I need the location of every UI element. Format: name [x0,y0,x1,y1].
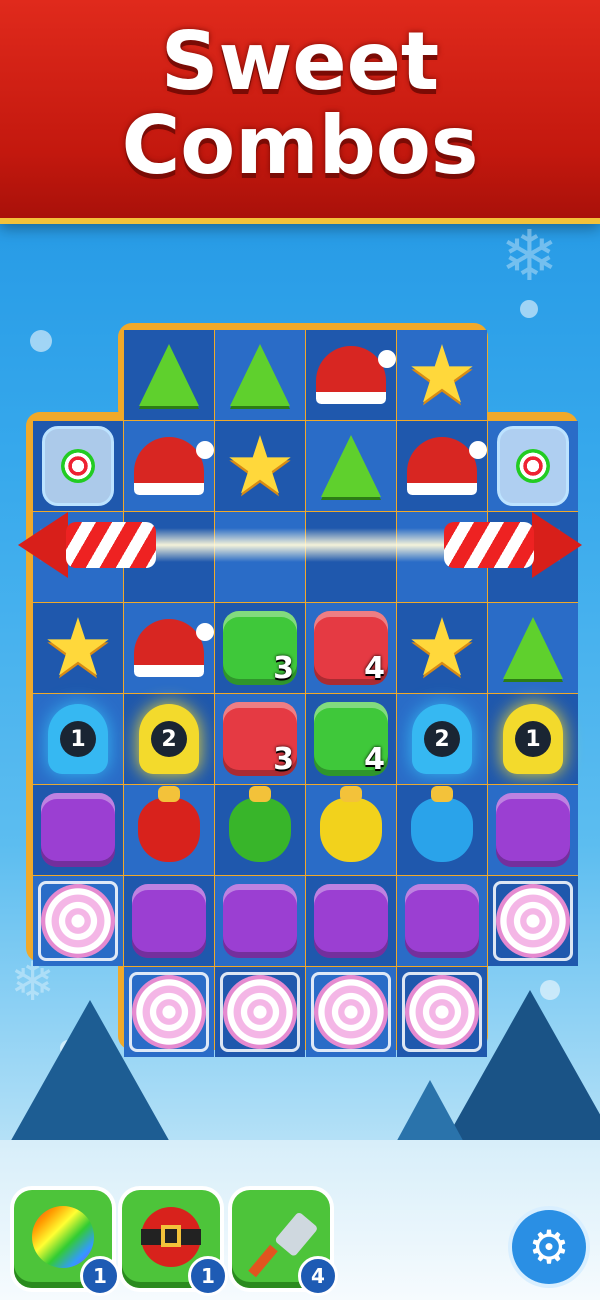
gift-sack-yellow-piece [311,786,391,870]
booster-santa-hammer[interactable]: 1 [122,1190,228,1296]
lantern-blue-piece: 2 [402,699,482,779]
board-cell[interactable] [488,876,578,966]
star-cookie-piece: ★ [406,601,478,694]
rocket-right [432,512,582,578]
candy-jar-piece [493,426,573,506]
swirl-candy-piece [311,972,391,1052]
cookie-tree-piece [311,426,391,506]
board-cell[interactable]: 2 [124,694,214,784]
jelly-purple-block [38,790,118,870]
board-cell[interactable]: 3 [215,694,305,784]
booster-ornament-bomb[interactable]: 1 [14,1190,120,1296]
board-cell[interactable] [397,785,487,875]
swirl-candy-piece [493,881,573,961]
star-cookie-piece: ★ [224,419,296,512]
booster-count: 4 [298,1256,338,1296]
board-cell[interactable] [397,421,487,511]
board-cell[interactable] [124,330,214,420]
board-cell[interactable]: ★ [397,603,487,693]
board-cell[interactable]: 4 [306,694,396,784]
gift-sack-red-piece [129,786,209,870]
board-cell[interactable] [33,785,123,875]
jelly-red-block: 4 [311,608,391,688]
rocket-left [18,512,168,578]
swirl-candy-piece [402,972,482,1052]
cookie-tree-piece [493,608,573,688]
title-banner: Sweet Combos [0,0,600,218]
star-cookie-piece: ★ [42,601,114,694]
jelly-green-block: 4 [311,699,391,779]
board-cell[interactable] [488,421,578,511]
cookie-tree-piece [129,335,209,415]
board-cell[interactable] [488,603,578,693]
gift-sack-blue-piece [402,786,482,870]
jelly-purple-block [493,790,573,870]
board-cell[interactable]: ★ [215,421,305,511]
board-cell[interactable]: 3 [215,603,305,693]
board-cell[interactable] [215,330,305,420]
swirl-candy-piece [220,972,300,1052]
board-cell[interactable]: ★ [397,330,487,420]
jelly-purple-block [402,881,482,961]
jelly-green-block: 3 [220,608,300,688]
board-cell[interactable] [306,785,396,875]
candy-jar-piece [38,426,118,506]
banner-title-line1: Sweet [160,15,440,108]
board-cell[interactable] [124,421,214,511]
swirl-candy-piece [129,972,209,1052]
santa-hat-piece [129,608,214,688]
lantern-yellow-piece: 2 [129,699,209,779]
board-cell[interactable] [215,967,305,1057]
jelly-purple-block [311,881,391,961]
board-cell[interactable] [33,421,123,511]
cookie-tree-piece [220,335,300,415]
board-cell[interactable] [306,876,396,966]
jelly-purple-block [129,881,209,961]
board-cell[interactable]: 1 [33,694,123,784]
board-cell[interactable]: ★ [33,603,123,693]
settings-button[interactable]: ⚙ [512,1210,586,1284]
banner-title-line2: Combos [121,99,479,192]
hit-count: 4 [364,651,385,686]
board-cell[interactable] [488,785,578,875]
jelly-purple-block [220,881,300,961]
board-cell[interactable] [124,876,214,966]
swirl-candy-piece [38,881,118,961]
jelly-red-block: 3 [220,699,300,779]
lantern-blue-piece: 1 [38,699,118,779]
board-cell[interactable]: 2 [397,694,487,784]
board-cell[interactable]: 4 [306,603,396,693]
snowflake-icon: ❄ [500,215,559,297]
lantern-yellow-piece: 1 [493,699,573,779]
board-cell[interactable] [306,330,396,420]
board-cell[interactable] [397,967,487,1057]
booster-count: 1 [188,1256,228,1296]
board-cell[interactable] [33,876,123,966]
board-cell[interactable] [306,967,396,1057]
board-cell[interactable] [124,967,214,1057]
booster-spatula[interactable]: 4 [232,1190,338,1296]
santa-hat-piece [311,335,396,415]
santa-hat-piece [402,426,487,506]
santa-hat-piece [129,426,214,506]
board-cell[interactable] [124,603,214,693]
board-cell[interactable] [215,785,305,875]
snow-dot [520,300,538,318]
board-cell[interactable] [215,876,305,966]
hit-count: 4 [364,742,385,777]
board-cell[interactable] [306,421,396,511]
snow-dot [30,330,52,352]
booster-count: 1 [80,1256,120,1296]
hit-count: 3 [273,742,294,777]
board-cell[interactable] [124,785,214,875]
board-cell[interactable]: 1 [488,694,578,784]
gift-sack-green-piece [220,786,300,870]
star-cookie-piece: ★ [406,328,478,421]
gear-icon: ⚙ [528,1220,570,1274]
board-cell[interactable] [397,876,487,966]
hit-count: 3 [273,651,294,686]
